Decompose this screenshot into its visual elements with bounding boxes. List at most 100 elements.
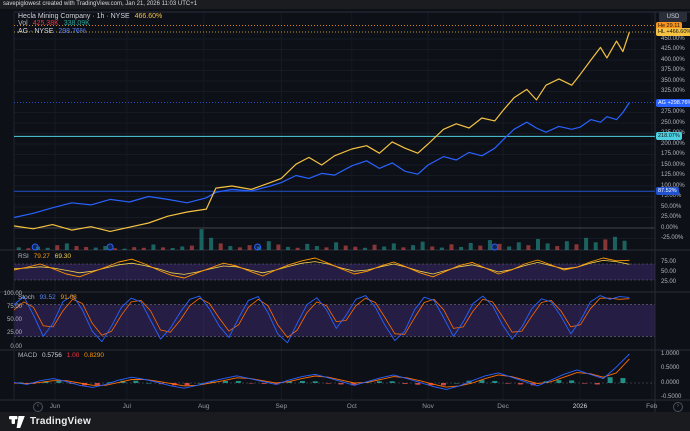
macd-histogram-bar — [261, 383, 266, 384]
stoch-axis-tick: 25.00 — [1, 330, 22, 337]
screenshot-caption: savepiglowest created with TradingView.c… — [3, 1, 197, 7]
volume-bar — [46, 248, 50, 250]
time-axis-label: Aug — [198, 403, 210, 410]
macd-axis-tick: 1.0000 — [661, 351, 679, 358]
volume-bar — [546, 243, 550, 250]
price-axis-tick: 150.00% — [661, 162, 685, 169]
chart-container[interactable]: Hecla Mining Company · 1h · NYSE 466.60%… — [0, 9, 690, 412]
rsi-axis-tick: 25.00 — [661, 279, 676, 286]
volume-bar — [517, 242, 521, 250]
stoch-axis-tick: 75.00 — [1, 304, 22, 311]
rsi-legend: RSI 79.27 69.30 — [18, 253, 74, 260]
time-axis-label: Jun — [50, 403, 60, 410]
event-marker-icon[interactable] — [107, 244, 113, 250]
stoch-d-value: 91.08 — [61, 294, 77, 301]
rsi-ma-value: 69.30 — [55, 253, 71, 260]
macd-histogram-bar — [415, 383, 420, 385]
volume-bar — [594, 242, 598, 250]
macd-histogram-bar — [620, 378, 625, 383]
volume-bar — [132, 247, 136, 250]
volume-bar — [161, 247, 165, 250]
macd-axis-tick: -0.5000 — [661, 394, 681, 401]
macd-histogram-bar — [56, 381, 61, 383]
volume-bar — [65, 243, 69, 250]
main-series-title[interactable]: Hecla Mining Company · 1h · NYSE — [18, 13, 130, 20]
event-marker-icon[interactable] — [32, 244, 38, 250]
time-axis-label: Dec — [497, 403, 509, 410]
volume-value: 425.38K — [33, 20, 59, 27]
price-axis[interactable]: 450.00%425.00%400.00%375.00%350.00%325.0… — [655, 9, 690, 412]
stoch-axis-tick: 100.00 — [1, 291, 22, 298]
time-axis-label: Sep — [276, 403, 288, 410]
rsi-axis-tick: 75.00 — [661, 259, 676, 266]
macd-axis-tick: 0.5000 — [661, 365, 679, 372]
macd-line-value: 1.00 — [67, 352, 80, 359]
volume-bar — [74, 246, 78, 250]
volume-bar — [478, 246, 482, 250]
tradingview-brand-text[interactable]: TradingView — [30, 416, 91, 427]
macd-histogram-bar — [95, 383, 100, 385]
volume-bar — [84, 247, 88, 250]
ag-series-line — [14, 103, 629, 218]
volume-bar — [267, 241, 271, 250]
time-axis-label: Oct — [347, 403, 357, 410]
time-axis-label: Nov — [422, 403, 434, 410]
price-axis-tick: 25.00% — [661, 214, 681, 221]
volume-bar — [430, 246, 434, 250]
macd-histogram-bar — [608, 377, 613, 383]
macd-histogram-bar — [313, 381, 318, 383]
price-axis-tick: 350.00% — [661, 78, 685, 85]
main-series-legend: Hecla Mining Company · 1h · NYSE 466.60% — [18, 13, 165, 20]
main-series-value: 466.60% — [135, 13, 163, 20]
macd-signal-value: 0.8290 — [84, 352, 104, 359]
volume-bar — [603, 239, 607, 250]
axis-unit-button[interactable]: USD — [659, 12, 687, 22]
footer-bar: TradingView — [0, 412, 690, 431]
tradingview-logo-icon[interactable] — [9, 416, 25, 428]
macd-histogram-bar — [377, 381, 382, 383]
time-axis-label: 2026 — [573, 403, 587, 410]
volume-bar — [507, 246, 511, 250]
volume-bar — [565, 241, 569, 250]
macd-legend-label[interactable]: MACD — [18, 352, 37, 359]
macd-histogram-bar — [185, 383, 190, 385]
axis-scroll-right-icon[interactable]: › — [673, 402, 683, 412]
macd-histogram-bar — [454, 383, 459, 384]
volume-ma-value: 338.09K — [64, 20, 90, 27]
event-marker-icon[interactable] — [255, 244, 261, 250]
hl-series-line — [14, 32, 629, 231]
price-axis-tick: 325.00% — [661, 88, 685, 95]
volume-bar — [449, 244, 453, 250]
volume-bar — [26, 248, 30, 250]
time-axis-label: Jul — [123, 403, 131, 410]
volume-bar — [584, 238, 588, 250]
volume-bar — [526, 245, 530, 250]
volume-bar — [296, 248, 300, 250]
macd-hist-value: 0.5756 — [42, 352, 62, 359]
compare-series-title[interactable]: AG · NYSE — [18, 28, 53, 35]
volume-bar — [180, 246, 184, 250]
compare-series-legend: AG · NYSE 298.76% — [18, 28, 89, 35]
macd-histogram-bar — [249, 383, 254, 384]
volume-bar — [123, 249, 127, 250]
price-axis-tick: 175.00% — [661, 151, 685, 158]
rsi-band — [14, 264, 655, 280]
volume-bar — [209, 238, 213, 250]
event-marker-icon[interactable] — [492, 244, 498, 250]
rsi-legend-label[interactable]: RSI — [18, 253, 29, 260]
screenshot-caption-bar: savepiglowest created with TradingView.c… — [0, 0, 690, 9]
macd-histogram-bar — [505, 383, 510, 384]
volume-bar — [305, 244, 309, 250]
volume-bar — [199, 229, 203, 250]
volume-bar — [401, 247, 405, 250]
macd-histogram-bar — [326, 383, 331, 384]
macd-histogram-bar — [569, 380, 574, 383]
volume-bar — [324, 247, 328, 250]
hline-218-badge: 218.07% — [656, 132, 682, 140]
volume-legend-label[interactable]: Vol — [18, 20, 28, 27]
price-axis-tick: 50.00% — [661, 204, 681, 211]
macd-legend: MACD 0.5756 1.00 0.8290 — [18, 352, 107, 359]
volume-bar — [623, 241, 627, 250]
price-axis-tick: 375.00% — [661, 67, 685, 74]
axis-scroll-left-icon[interactable]: ‹ — [33, 402, 43, 412]
